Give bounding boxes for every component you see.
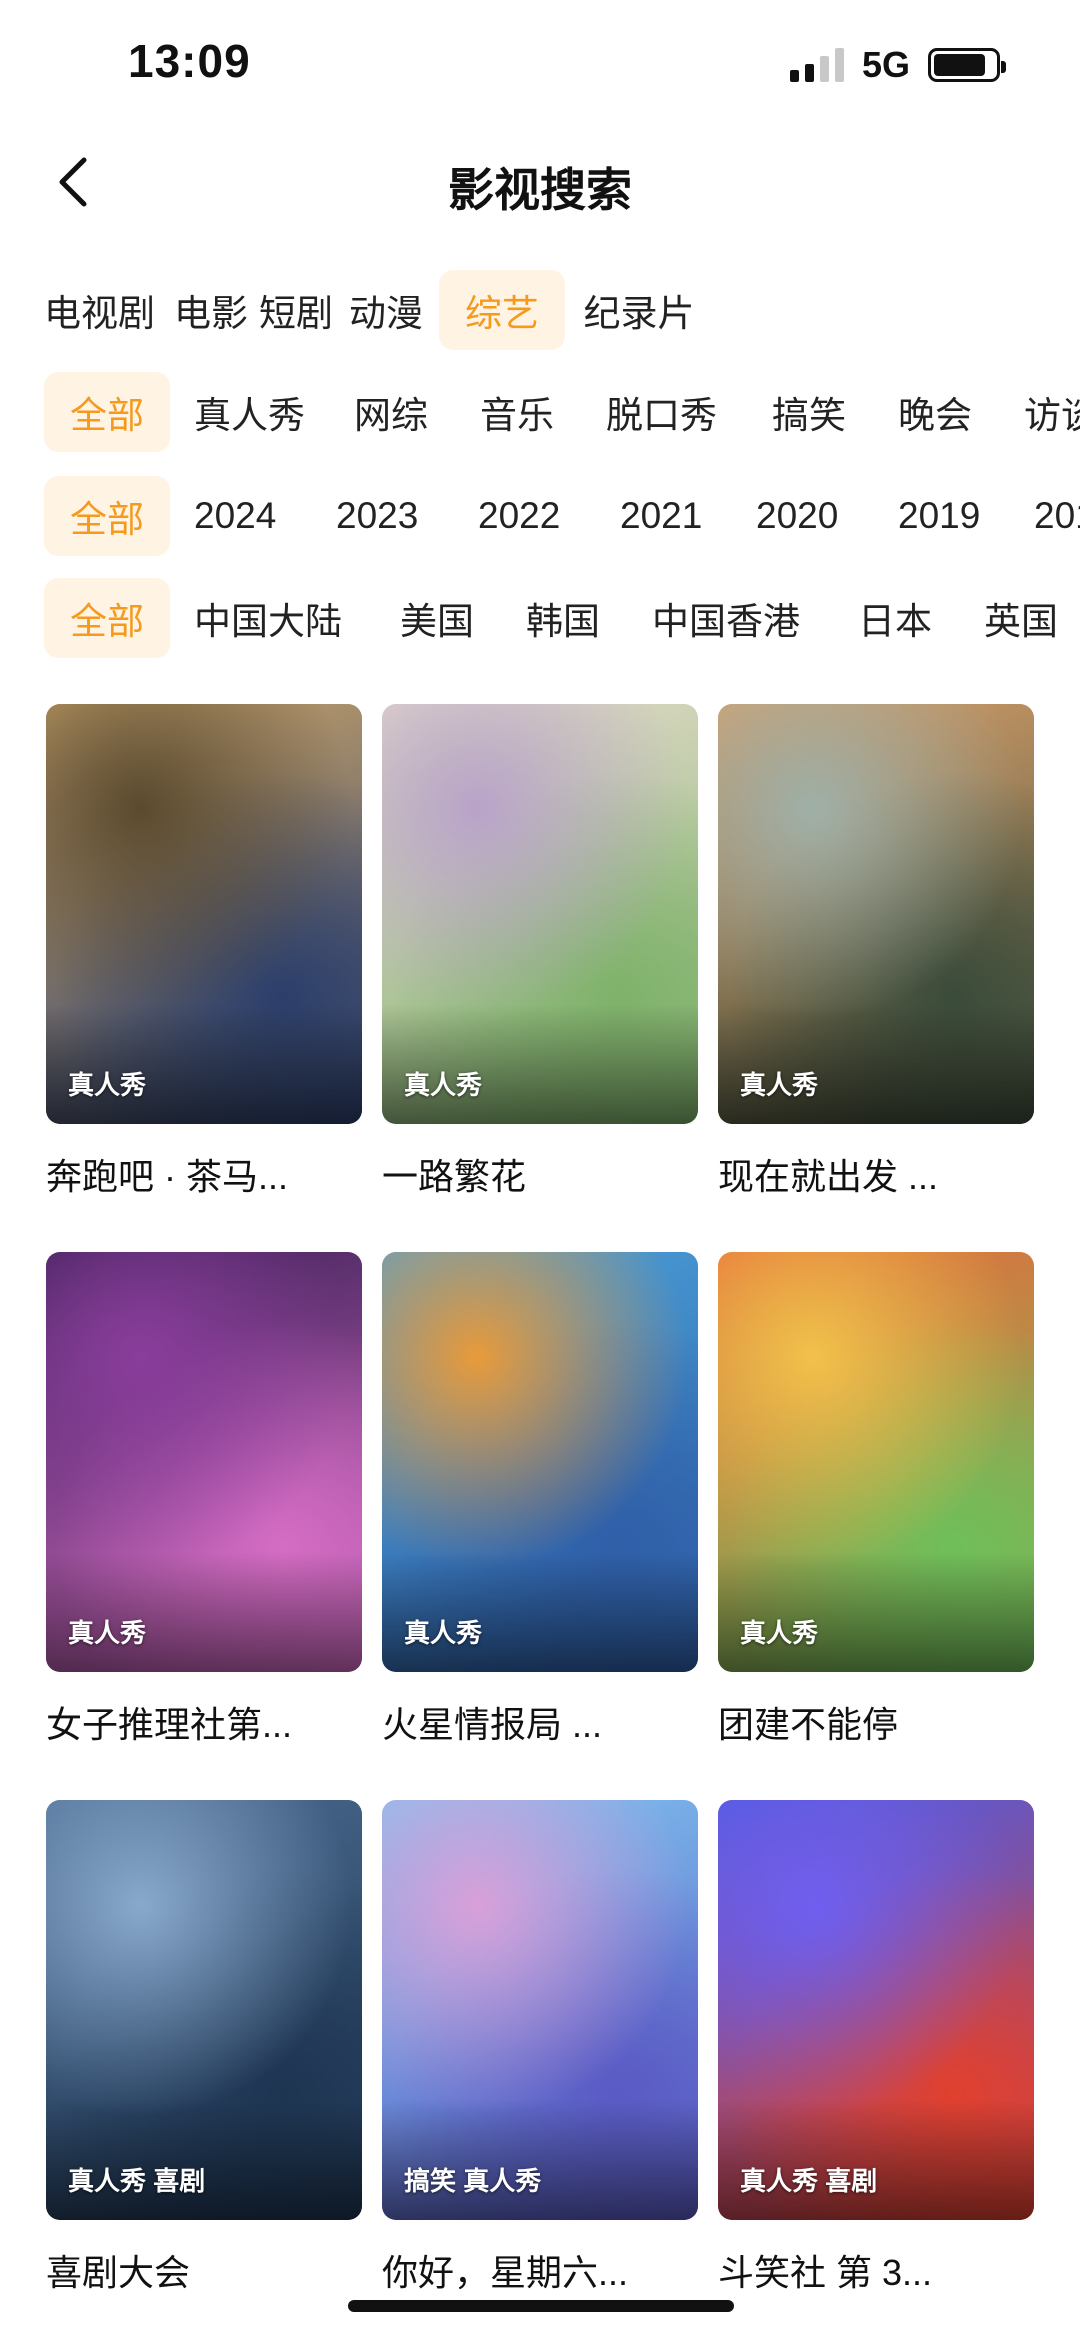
result-card[interactable]: 真人秀团建不能停 [718, 1252, 1034, 1800]
result-title[interactable]: 现在就出发 ... [718, 1148, 1034, 1200]
genre-chip[interactable]: 晚会 [898, 372, 978, 452]
result-title[interactable]: 斗笑社 第 3... [718, 2244, 1034, 2296]
poster-shade [382, 1004, 698, 1124]
year-chip-active[interactable]: 全部 [44, 476, 170, 556]
status-icons: 5G [789, 42, 1006, 88]
poster-shade [718, 1004, 1034, 1124]
result-title[interactable]: 火星情报局 ... [382, 1696, 698, 1748]
genre-chip[interactable]: 音乐 [480, 372, 560, 452]
genre-tag: 真人秀 [68, 1070, 147, 1100]
poster-image[interactable]: 真人秀 喜剧 [46, 1800, 362, 2220]
result-card[interactable]: 真人秀奔跑吧 · 茶马... [46, 704, 362, 1252]
poster-shade [46, 1004, 362, 1124]
genre-tag: 真人秀 [740, 1070, 819, 1100]
poster-shade [718, 1552, 1034, 1672]
year-chip[interactable]: 2019 [898, 476, 994, 556]
result-card[interactable]: 真人秀 喜剧斗笑社 第 3... [718, 1800, 1034, 2337]
result-title[interactable]: 一路繁花 [382, 1148, 698, 1200]
status-time: 13:09 [128, 35, 251, 87]
poster-image[interactable]: 搞笑 真人秀 [382, 1800, 698, 2220]
genre-tag: 搞笑 真人秀 [404, 2166, 542, 2196]
year-chip[interactable]: 2024 [194, 476, 290, 556]
battery-icon [928, 48, 1006, 82]
genre-tag: 真人秀 喜剧 [68, 2166, 206, 2196]
type-chip[interactable]: 电视剧 [44, 270, 155, 350]
year-chip[interactable]: 2018 [1034, 476, 1080, 556]
poster-image[interactable]: 真人秀 喜剧 [718, 1800, 1034, 2220]
poster-shade [46, 2100, 362, 2220]
poster-shade [46, 1552, 362, 1672]
home-indicator[interactable] [348, 2300, 734, 2312]
result-title[interactable]: 团建不能停 [718, 1696, 1034, 1748]
genre-chip[interactable]: 搞笑 [772, 372, 852, 452]
type-chip[interactable]: 动漫 [349, 270, 429, 350]
type-chip[interactable]: 短剧 [259, 270, 339, 350]
poster-shade [382, 1552, 698, 1672]
genre-tag: 真人秀 [740, 1618, 819, 1648]
genre-tag: 真人秀 [404, 1618, 483, 1648]
result-title[interactable]: 女子推理社第... [46, 1696, 362, 1748]
type-filter-row: 电视剧 电影 短剧 动漫 综艺 纪录片 [0, 268, 1080, 352]
genre-chip[interactable]: 访谈 [1024, 372, 1080, 452]
result-card[interactable]: 真人秀 喜剧喜剧大会 [46, 1800, 362, 2337]
region-filter-row: 全部 中国大陆 美国 韩国 中国香港 日本 英国 [0, 576, 1080, 660]
result-title[interactable]: 你好，星期六... [382, 2244, 698, 2296]
year-chip[interactable]: 2022 [478, 476, 574, 556]
results-grid: 真人秀 奔跑吧 · 茶马... 真人秀 一路繁花 真人秀 现在就出发 ... 真人秀 女子推理… [46, 704, 1036, 2337]
poster-image[interactable]: 真人秀 [718, 704, 1034, 1124]
genre-filter-row: 全部 真人秀 网综 音乐 脱口秀 搞笑 晚会 访谈 [0, 370, 1080, 454]
type-chip[interactable]: 纪录片 [579, 270, 699, 350]
signal-icon [789, 48, 844, 82]
year-chip[interactable]: 2021 [620, 476, 716, 556]
genre-tag: 真人秀 喜剧 [740, 2166, 878, 2196]
result-card[interactable]: 搞笑 真人秀你好，星期六... [382, 1800, 698, 2337]
genre-tag: 真人秀 [404, 1070, 483, 1100]
region-chip[interactable]: 美国 [400, 578, 480, 658]
poster-image[interactable]: 真人秀 [382, 1252, 698, 1672]
region-chip[interactable]: 中国大陆 [194, 578, 354, 658]
year-chip[interactable]: 2023 [336, 476, 432, 556]
result-card[interactable]: 真人秀女子推理社第... [46, 1252, 362, 1800]
type-chip-active[interactable]: 综艺 [439, 270, 565, 350]
region-chip[interactable]: 英国 [984, 578, 1064, 658]
region-chip[interactable]: 日本 [858, 578, 938, 658]
poster-shade [382, 2100, 698, 2220]
poster-image[interactable]: 真人秀 [718, 1252, 1034, 1672]
result-card[interactable]: 真人秀一路繁花 [382, 704, 698, 1252]
result-title[interactable]: 喜剧大会 [46, 2244, 362, 2296]
genre-chip[interactable]: 脱口秀 [606, 372, 726, 452]
result-title[interactable]: 奔跑吧 · 茶马... [46, 1148, 362, 1200]
genre-chip-active[interactable]: 全部 [44, 372, 170, 452]
region-chip[interactable]: 韩国 [526, 578, 606, 658]
region-chip-active[interactable]: 全部 [44, 578, 170, 658]
region-chip[interactable]: 中国香港 [652, 578, 812, 658]
poster-image[interactable]: 真人秀 [46, 1252, 362, 1672]
header: 影视搜索 [0, 130, 1080, 240]
poster-shade [718, 2100, 1034, 2220]
year-chip[interactable]: 2020 [756, 476, 852, 556]
genre-tag: 真人秀 [68, 1618, 147, 1648]
status-bar: 13:09 5G [0, 0, 1080, 130]
poster-image[interactable]: 真人秀 [382, 704, 698, 1124]
year-filter-row: 全部 2024 2023 2022 2021 2020 2019 2018 [0, 474, 1080, 558]
genre-chip[interactable]: 网综 [354, 372, 434, 452]
result-card[interactable]: 真人秀现在就出发 ... [718, 704, 1034, 1252]
poster-image[interactable]: 真人秀 [46, 704, 362, 1124]
result-card[interactable]: 真人秀火星情报局 ... [382, 1252, 698, 1800]
type-chip[interactable]: 电影 [174, 270, 248, 350]
genre-chip[interactable]: 真人秀 [194, 372, 314, 452]
network-label: 5G [861, 44, 910, 85]
page-title: 影视搜索 [448, 164, 632, 216]
